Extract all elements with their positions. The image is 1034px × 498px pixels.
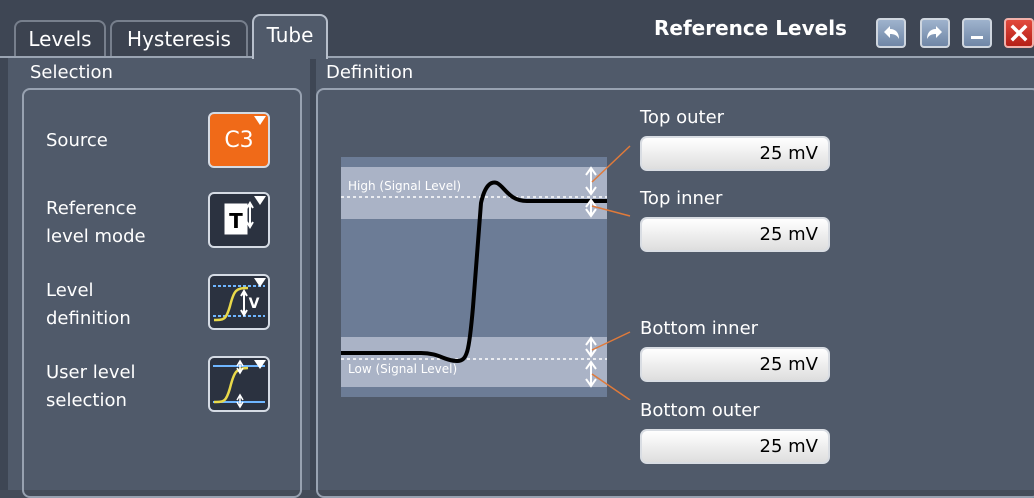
top-inner-label: Top inner <box>640 188 723 209</box>
reference-level-mode-button[interactable]: T <box>208 192 270 248</box>
leader-top-outer <box>591 145 631 183</box>
redo-button[interactable] <box>920 18 950 48</box>
ref-mode-label-line1: Reference <box>46 198 137 219</box>
dropdown-triangle-icon <box>254 278 266 287</box>
definition-group-label: Definition <box>326 62 414 83</box>
source-select-button[interactable]: C3 <box>208 112 270 168</box>
dropdown-triangle-icon <box>254 116 266 125</box>
leader-top-inner <box>591 205 631 217</box>
dialog-title: Reference Levels <box>654 16 847 40</box>
minimize-icon <box>971 36 983 39</box>
reference-levels-dialog: Levels Hysteresis Tube Reference Levels <box>0 0 1034 498</box>
level-definition-label-line1: Level <box>46 280 94 301</box>
leader-bottom-outer <box>591 373 631 400</box>
level-definition-label-line2: definition <box>46 308 131 329</box>
low-signal-level-label: Low (Signal Level) <box>348 362 457 376</box>
high-tube-band <box>341 167 607 219</box>
redo-arrow-icon <box>927 26 942 39</box>
top-outer-field[interactable]: 25 mV <box>640 136 830 171</box>
bottom-outer-field[interactable]: 25 mV <box>640 429 830 464</box>
bottom-inner-field[interactable]: 25 mV <box>640 347 830 382</box>
svg-text:V: V <box>249 296 260 312</box>
source-label: Source <box>46 130 108 151</box>
bottom-inner-label: Bottom inner <box>640 318 759 339</box>
high-signal-level-label: High (Signal Level) <box>348 179 461 193</box>
leader-bottom-inner <box>591 331 631 351</box>
selection-group-label: Selection <box>30 62 113 83</box>
close-x-icon <box>1010 24 1028 42</box>
tab-levels[interactable]: Levels <box>14 20 106 56</box>
minimize-button[interactable] <box>962 18 992 48</box>
tab-tube[interactable]: Tube <box>252 14 328 59</box>
svg-text:T: T <box>229 209 243 233</box>
user-level-label-line1: User level <box>46 362 136 383</box>
ref-mode-label-line2: level mode <box>46 226 146 247</box>
tab-hysteresis[interactable]: Hysteresis <box>110 20 248 56</box>
user-level-selection-button[interactable] <box>208 356 270 412</box>
level-definition-button[interactable]: V <box>208 274 270 330</box>
close-button[interactable] <box>1004 18 1034 48</box>
dropdown-triangle-icon <box>254 196 266 205</box>
dropdown-triangle-icon <box>254 360 266 369</box>
bottom-outer-label: Bottom outer <box>640 400 760 421</box>
top-outer-label: Top outer <box>640 107 725 128</box>
source-value: C3 <box>224 127 254 153</box>
tube-diagram: High (Signal Level) Low (Signal Level) <box>341 157 607 397</box>
user-level-label-line2: selection <box>46 390 127 411</box>
top-inner-field[interactable]: 25 mV <box>640 217 830 252</box>
undo-arrow-icon <box>884 26 899 39</box>
undo-button[interactable] <box>876 18 906 48</box>
tab-bar: Levels Hysteresis Tube Reference Levels <box>0 0 1034 59</box>
